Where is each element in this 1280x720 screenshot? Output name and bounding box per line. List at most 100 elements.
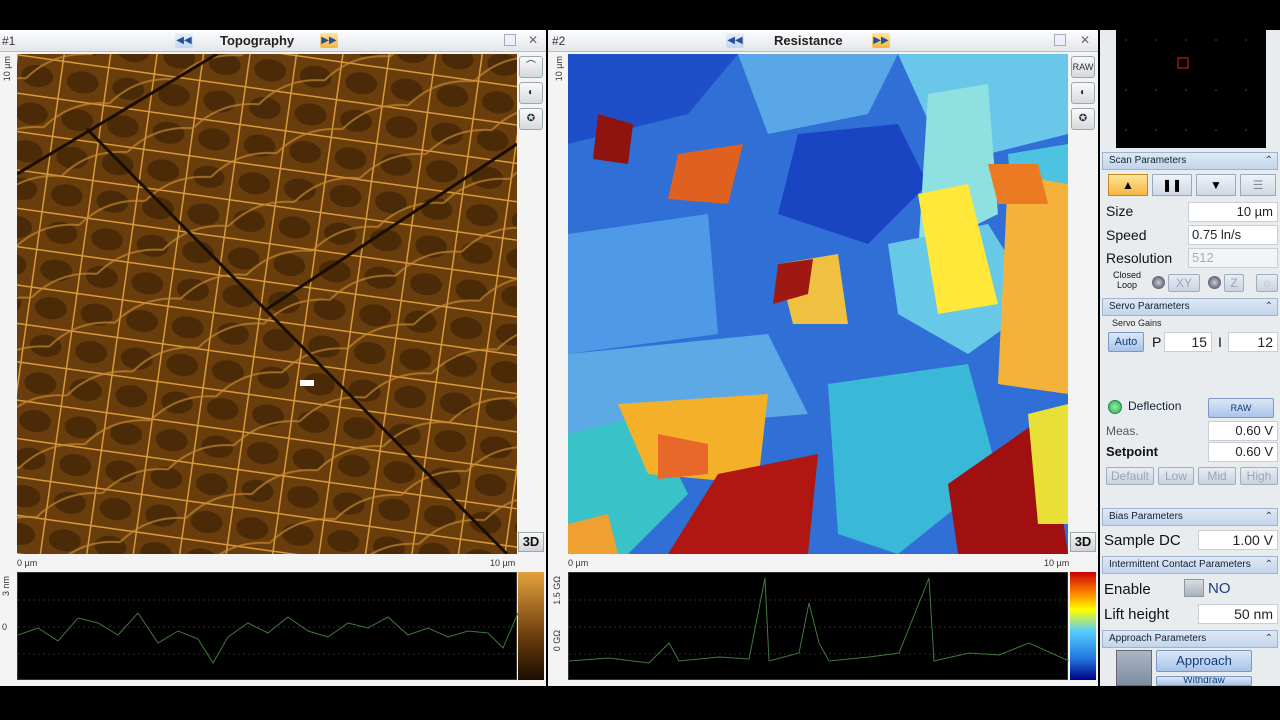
resistance-profile (568, 572, 1070, 680)
withdraw-button[interactable]: Withdraw (1156, 676, 1252, 686)
topography-titlebar: #1 ◀◀ Topography ▶▶ ✕ (0, 30, 546, 52)
low-preset-button[interactable]: Low (1158, 467, 1194, 485)
raw-button[interactable]: RAW (1071, 56, 1095, 78)
section-title: Scan Parameters (1109, 155, 1187, 166)
sample-dc-field[interactable]: 1.00 V (1198, 530, 1278, 550)
next-channel-button[interactable]: ▶▶ (872, 33, 890, 48)
x-axis-max-label: 10 µm (490, 558, 516, 568)
scan-parameters-header[interactable]: Scan Parameters ⌃ (1102, 152, 1278, 170)
y-axis-max-label: 10 µm (2, 56, 12, 82)
z-position-indicator (1116, 650, 1152, 686)
profile-zero-label: 0 (2, 622, 8, 632)
setpoint-field[interactable]: 0.60 V (1208, 442, 1278, 462)
prev-channel-button[interactable]: ◀◀ (175, 33, 193, 48)
channel-title: Resistance (774, 33, 843, 48)
profile-top-label: 1.5 GΩ (552, 576, 562, 605)
scan-down-button[interactable]: ▼ (1196, 174, 1236, 196)
scan-up-button[interactable]: ▲ (1108, 174, 1148, 196)
next-channel-button[interactable]: ▶▶ (320, 33, 338, 48)
view-3d-button[interactable]: 3D (518, 532, 544, 552)
closed-loop-z-radio[interactable] (1208, 276, 1221, 289)
x-axis-min-label: 0 µm (568, 558, 589, 568)
i-gain-field[interactable]: 12 (1228, 332, 1278, 352)
topo-colorbar (518, 572, 544, 680)
profile-trace (17, 599, 519, 664)
line-mode-icon[interactable]: ⌒ (519, 56, 543, 78)
section-title: Servo Parameters (1109, 301, 1190, 312)
topography-window: #1 ◀◀ Topography ▶▶ ✕ 10 µm ⌒ ◐ ✪ 3D 0 µ… (0, 30, 546, 686)
window-number: #2 (552, 34, 566, 48)
lift-height-label: Lift height (1104, 606, 1170, 623)
section-title: Approach Parameters (1109, 633, 1207, 644)
servo-parameters-header[interactable]: Servo Parameters ⌃ (1102, 298, 1278, 316)
collapse-icon[interactable]: ⌃ (1265, 299, 1273, 315)
detach-icon[interactable] (504, 34, 516, 46)
resistance-image[interactable] (568, 54, 1068, 554)
size-field[interactable]: 10 µm (1188, 202, 1278, 222)
minimap-grid (1125, 39, 1247, 131)
pause-button[interactable]: ❚❚ (1152, 174, 1192, 196)
setpoint-label: Setpoint (1106, 444, 1158, 459)
scan-lines-icon[interactable]: ☰ (1240, 174, 1276, 196)
resistance-titlebar: #2 ◀◀ Resistance ▶▶ ✕ (548, 30, 1098, 52)
bottom-black-bar (0, 686, 1280, 720)
x-axis-min-label: 0 µm (17, 558, 38, 568)
resolution-label: Resolution (1106, 250, 1173, 266)
palette-icon[interactable]: ✪ (519, 108, 543, 130)
control-panel: Scan Parameters ⌃ ▲ ❚❚ ▼ ☰ Size 10 µm Sp… (1100, 30, 1280, 686)
contrast-icon[interactable]: ◐ (1071, 82, 1095, 104)
scan-minimap[interactable] (1116, 30, 1266, 148)
top-black-bar (0, 0, 1280, 30)
deflection-raw-button[interactable]: RAW (1208, 398, 1274, 418)
meas-field: 0.60 V (1208, 421, 1278, 441)
loop-settings-icon[interactable]: ◌ (1256, 274, 1278, 292)
section-title: Intermittent Contact Parameters (1109, 559, 1251, 570)
y-axis-max-label: 10 µm (554, 56, 564, 82)
speed-select[interactable]: 0.75 ln/s (1188, 225, 1278, 245)
enable-toggle[interactable] (1184, 579, 1204, 597)
deflection-label: Deflection (1128, 399, 1182, 413)
contrast-icon[interactable]: ◐ (519, 82, 543, 104)
topography-image[interactable] (17, 54, 517, 554)
collapse-icon[interactable]: ⌃ (1265, 153, 1273, 169)
x-axis-max-label: 10 µm (1044, 558, 1070, 568)
enable-value: NO (1208, 580, 1231, 597)
bias-parameters-header[interactable]: Bias Parameters ⌃ (1102, 508, 1278, 526)
resolution-select[interactable]: 512 (1188, 248, 1278, 268)
profile-zero-label: 0 GΩ (552, 630, 562, 652)
intermittent-contact-header[interactable]: Intermittent Contact Parameters ⌃ (1102, 556, 1278, 574)
mid-preset-button[interactable]: Mid (1198, 467, 1236, 485)
auto-button[interactable]: Auto (1108, 332, 1144, 352)
high-preset-button[interactable]: High (1240, 467, 1278, 485)
speed-label: Speed (1106, 227, 1147, 243)
collapse-icon[interactable]: ⌃ (1265, 631, 1273, 647)
p-gain-field[interactable]: 15 (1164, 332, 1212, 352)
collapse-icon[interactable]: ⌃ (1265, 557, 1273, 573)
palette-icon[interactable]: ✪ (1071, 108, 1095, 130)
xy-button[interactable]: XY (1168, 274, 1200, 292)
lift-height-field[interactable]: 50 nm (1198, 604, 1278, 624)
close-icon[interactable]: ✕ (1080, 33, 1090, 47)
detach-icon[interactable] (1054, 34, 1066, 46)
z-button[interactable]: Z (1224, 274, 1244, 292)
channel-title: Topography (220, 33, 295, 48)
approach-button[interactable]: Approach (1156, 650, 1252, 672)
resistance-map (568, 54, 1068, 554)
view-3d-button[interactable]: 3D (1070, 532, 1096, 552)
prev-channel-button[interactable]: ◀◀ (726, 33, 744, 48)
default-preset-button[interactable]: Default (1106, 467, 1154, 485)
size-label: Size (1106, 203, 1134, 219)
approach-parameters-header[interactable]: Approach Parameters ⌃ (1102, 630, 1278, 648)
closed-loop-label: Closed Loop (1112, 270, 1141, 290)
closed-loop-xy-radio[interactable] (1152, 276, 1165, 289)
topography-profile (17, 572, 519, 680)
enable-label: Enable (1104, 581, 1151, 598)
section-title: Bias Parameters (1109, 511, 1183, 522)
topography-map (17, 54, 517, 554)
close-icon[interactable]: ✕ (528, 33, 538, 47)
i-label: I (1218, 334, 1222, 350)
profile-top-label: 3 nm (1, 576, 11, 597)
profile-trace (568, 577, 1070, 664)
collapse-icon[interactable]: ⌃ (1265, 509, 1273, 525)
app-window: #1 ◀◀ Topography ▶▶ ✕ 10 µm ⌒ ◐ ✪ 3D 0 µ… (0, 0, 1280, 720)
